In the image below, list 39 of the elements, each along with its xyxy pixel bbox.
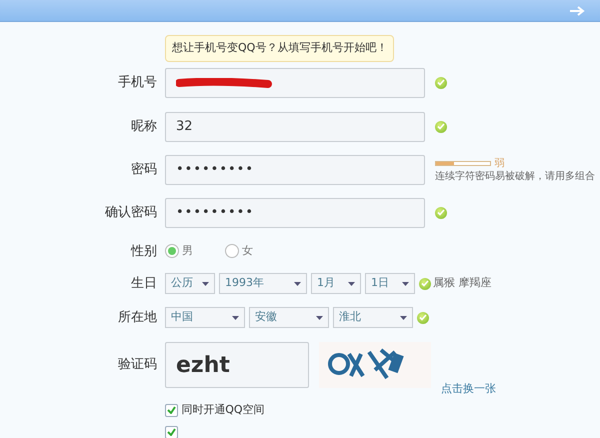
field-label: 性别 [130, 242, 157, 260]
caret-icon [402, 282, 409, 286]
strength-meter [435, 160, 491, 166]
zodiac-note: 属猴 摩羯座 [433, 275, 492, 292]
input-field[interactable]: 32 [165, 112, 425, 142]
field-label: 所在地 [117, 308, 157, 327]
dropdown[interactable]: 1月 [311, 273, 361, 294]
checkbox[interactable] [165, 426, 178, 438]
checkbox-label: 同时开通QQ空间 [181, 402, 265, 418]
checkbox[interactable] [165, 404, 178, 417]
dropdown[interactable]: 1日 [365, 273, 415, 294]
field-label: 验证码 [117, 356, 157, 374]
dropdown[interactable]: 公历 [165, 273, 215, 294]
field-label: 昵称 [130, 118, 157, 136]
caret-icon [316, 316, 323, 320]
caret-icon [348, 282, 355, 286]
arrow-icon[interactable] [570, 6, 586, 16]
strength-label: 弱 [494, 156, 504, 170]
input-field[interactable]: ••••••••• [165, 198, 425, 228]
caret-icon [400, 316, 407, 320]
caret-icon [202, 282, 209, 286]
input-field[interactable] [165, 68, 425, 98]
radio-option[interactable]: 男 [165, 243, 193, 260]
caret-icon [232, 316, 239, 320]
refresh-link[interactable]: 点击换一张 [441, 380, 496, 397]
field-label: 密码 [130, 160, 157, 179]
input-field[interactable]: ••••••••• [165, 154, 425, 184]
field-label: 生日 [130, 274, 157, 293]
tooltip: 想让手机号变QQ号？从填写手机号开始吧！ [165, 35, 394, 62]
input-field[interactable]: ezht [165, 342, 309, 388]
dropdown[interactable]: 安徽 [249, 307, 329, 328]
dropdown[interactable]: 中国 [165, 307, 245, 328]
dropdown[interactable]: 淮北 [333, 307, 413, 328]
field-label: 确认密码 [104, 204, 157, 222]
dropdown[interactable]: 1993年 [219, 273, 307, 294]
caret-icon [294, 282, 301, 286]
password-hint: 连续字符密码易被破解，请用多组合 [435, 170, 595, 182]
radio-option[interactable]: 女 [225, 243, 253, 260]
field-label: 手机号 [117, 74, 157, 92]
